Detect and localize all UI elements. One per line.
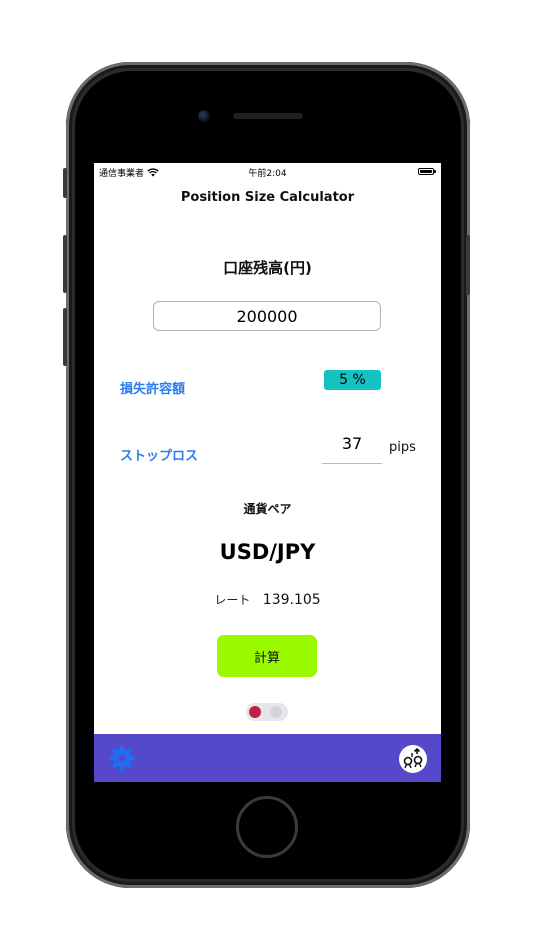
volume-down-button [63, 308, 67, 366]
earpiece-speaker [233, 113, 303, 119]
toggle-knob-inactive [270, 706, 282, 718]
currency-pair-label: 通貨ペア [243, 502, 292, 516]
calculate-button[interactable]: 計算 [217, 635, 317, 677]
rate-value: 139.105 [262, 592, 321, 608]
app-screen: 通信事業者 午前2:04 Position Size Calculator 口座… [94, 163, 441, 782]
bottom-tab-bar [94, 734, 441, 782]
page-title: Position Size Calculator [180, 190, 355, 205]
toggle-knob-active [249, 706, 261, 718]
risk-percent-value: 5 % [339, 372, 366, 388]
rate-row: レート 139.105 [94, 591, 441, 608]
account-balance-title: 口座残高(円) [223, 259, 312, 277]
currency-pair-value[interactable]: USD/JPY [94, 540, 441, 564]
volume-up-button [63, 235, 67, 293]
power-button [466, 235, 470, 295]
mode-toggle[interactable] [246, 703, 288, 721]
stop-loss-input[interactable] [322, 431, 382, 464]
risk-percent-button[interactable]: 5 % [324, 370, 381, 390]
mute-switch [63, 168, 67, 198]
battery-icon [418, 168, 436, 175]
home-button[interactable] [236, 796, 298, 858]
risk-label[interactable]: 損失許容額 [120, 378, 185, 397]
rate-label: レート [214, 593, 251, 607]
status-time: 午前2:04 [248, 169, 287, 179]
status-bar: 通信事業者 午前2:04 [94, 163, 441, 181]
stop-loss-unit: pips [389, 440, 416, 455]
gear-icon[interactable] [108, 744, 136, 772]
stop-loss-label[interactable]: ストップロス [120, 445, 198, 464]
profile-switch-icon[interactable] [399, 745, 427, 773]
profile-switch-glyph [403, 747, 423, 769]
balance-input[interactable] [153, 301, 381, 331]
front-camera [198, 110, 210, 122]
